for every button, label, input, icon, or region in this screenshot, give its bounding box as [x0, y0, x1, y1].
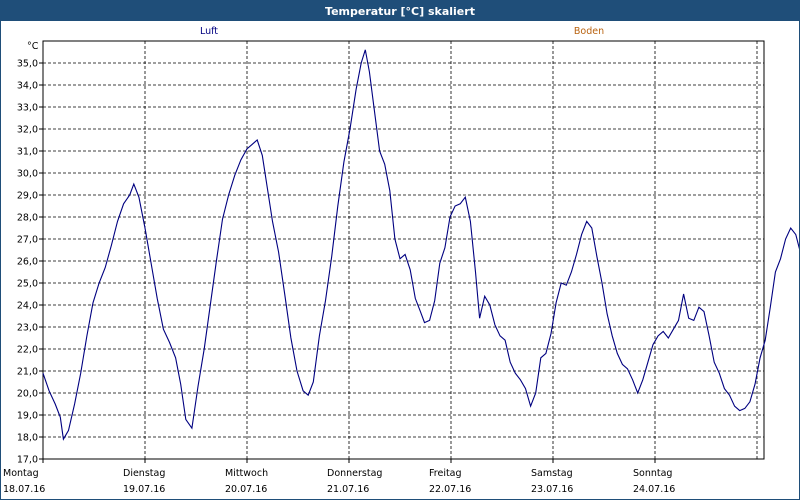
- x-tick-date: 24.07.16: [633, 484, 675, 495]
- y-tick-label: 18,0: [17, 433, 38, 444]
- series-line-luft: [42, 49, 799, 441]
- x-tick-day: Donnerstag: [327, 468, 382, 479]
- x-tick-day: Dienstag: [123, 468, 165, 479]
- y-tick-label: 26,0: [17, 257, 38, 268]
- legend-item: Luft: [200, 26, 218, 37]
- x-tick-day: Mittwoch: [225, 468, 268, 479]
- grid-lines: [43, 41, 764, 460]
- y-axis-ticks: 17,0 18,0 19,0 20,0 21,0 22,0 23,0 24,0 25,0 26,0…: [17, 59, 43, 466]
- y-axis-unit-label: °C: [27, 41, 39, 52]
- temperature-chart: 17,0 18,0 19,0 20,0 21,0 22,0 23,0 24,0 25,0 26,0…: [3, 26, 799, 495]
- x-tick-date: 18.07.16: [3, 484, 45, 495]
- y-tick-label: 20,0: [17, 389, 38, 400]
- x-tick-day: Sonntag: [633, 468, 672, 479]
- chart-window: Temperatur [°C] skaliert 17,0 18,0 19,0 20,…: [0, 0, 800, 500]
- y-tick-label: 35,0: [17, 59, 38, 70]
- x-tick-date: 20.07.16: [225, 484, 267, 495]
- y-tick-label: 33,0: [17, 103, 38, 114]
- y-tick-label: 22,0: [17, 345, 38, 356]
- plot-frame: [42, 40, 765, 460]
- x-tick-day: Samstag: [531, 468, 573, 479]
- x-axis-ticks: Montag 18.07.16 Dienstag 19.07.16 Mittwoch 20…: [3, 459, 675, 495]
- window-title: Temperatur [°C] skaliert: [1, 1, 799, 21]
- y-tick-label: 17,0: [17, 455, 38, 466]
- y-tick-label: 27,0: [17, 235, 38, 246]
- y-tick-label: 24,0: [17, 301, 38, 312]
- y-tick-label: 23,0: [17, 323, 38, 334]
- x-tick-date: 22.07.16: [429, 484, 471, 495]
- legend-item: Boden: [574, 26, 604, 37]
- legend: Luft Boden: [200, 26, 604, 37]
- y-tick-label: 31,0: [17, 147, 38, 158]
- x-tick-date: 21.07.16: [327, 484, 369, 495]
- y-tick-label: 19,0: [17, 411, 38, 422]
- x-tick-date: 23.07.16: [531, 484, 573, 495]
- x-tick-date: 19.07.16: [123, 484, 165, 495]
- series-group: [42, 49, 799, 441]
- y-tick-label: 21,0: [17, 367, 38, 378]
- y-tick-label: 28,0: [17, 213, 38, 224]
- y-tick-label: 25,0: [17, 279, 38, 290]
- x-tick-day: Montag: [3, 468, 39, 479]
- x-tick-day: Freitag: [429, 468, 462, 479]
- y-tick-label: 29,0: [17, 191, 38, 202]
- y-tick-label: 30,0: [17, 169, 38, 180]
- y-tick-label: 34,0: [17, 81, 38, 92]
- y-tick-label: 32,0: [17, 125, 38, 136]
